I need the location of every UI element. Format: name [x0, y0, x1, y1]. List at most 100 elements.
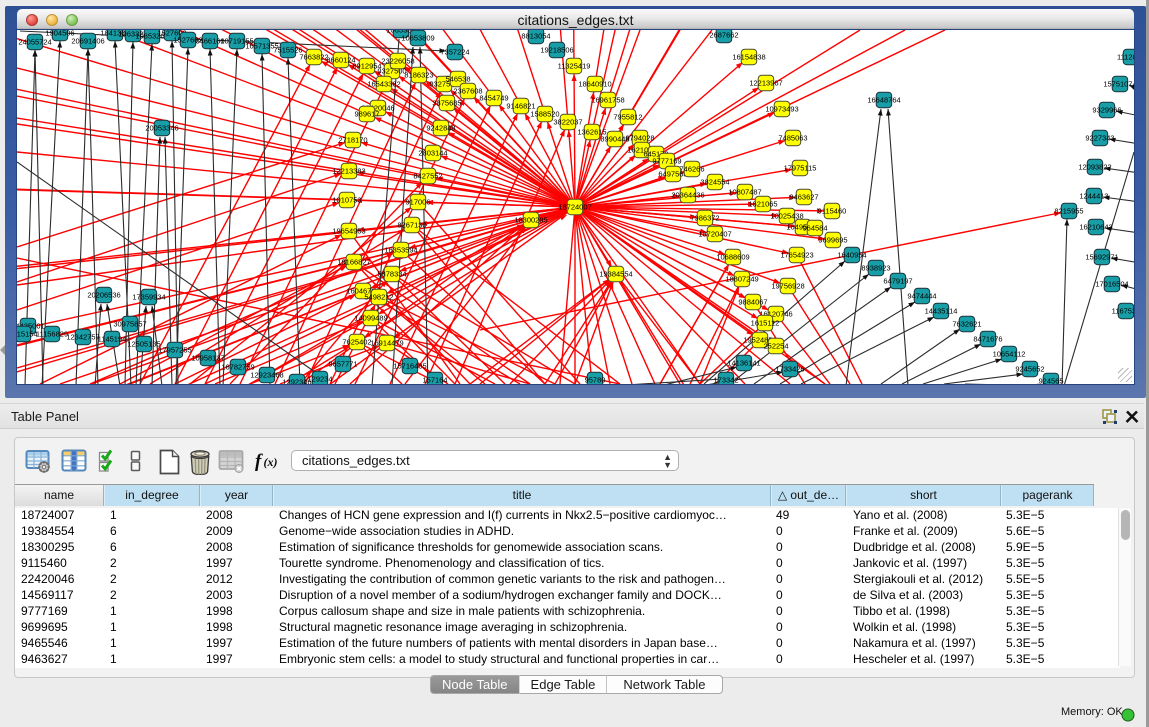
svg-text:10807487: 10807487: [728, 188, 761, 197]
svg-text:30975857: 30975857: [113, 320, 146, 329]
svg-text:10654112: 10654112: [993, 350, 1026, 359]
svg-text:3875685: 3875685: [432, 99, 461, 108]
svg-text:8427552: 8427552: [413, 172, 442, 181]
svg-text:19384554: 19384554: [599, 270, 632, 279]
svg-text:11156829: 11156829: [36, 330, 68, 339]
svg-text:10973493: 10973493: [765, 105, 798, 114]
svg-text:9242848: 9242848: [426, 124, 455, 133]
svg-text:17975115: 17975115: [784, 164, 817, 173]
svg-text:546538: 546538: [445, 75, 470, 84]
svg-text:10688609: 10688609: [716, 253, 749, 262]
svg-text:917006: 917006: [405, 198, 430, 207]
svg-text:16914479: 16914479: [370, 339, 403, 348]
svg-text:2367608: 2367608: [453, 87, 482, 96]
svg-text:3915154: 3915154: [17, 330, 38, 339]
svg-text:20364436: 20364436: [671, 191, 704, 200]
svg-text:1145194: 1145194: [98, 335, 127, 344]
svg-text:19166827: 19166827: [337, 258, 370, 267]
svg-text:15692971: 15692971: [1085, 253, 1118, 262]
svg-text:8454749: 8454749: [479, 94, 508, 103]
svg-text:6479197: 6479197: [883, 277, 912, 286]
svg-text:1167531: 1167531: [1112, 307, 1134, 316]
svg-text:7357224: 7357224: [440, 48, 469, 57]
svg-text:1010753: 1010753: [332, 196, 361, 205]
svg-text:16648764: 16648764: [867, 96, 900, 105]
svg-text:9777169: 9777169: [652, 157, 681, 166]
svg-text:12505135: 12505135: [127, 340, 160, 349]
svg-text:8471676: 8471676: [973, 335, 1002, 344]
svg-text:3822037: 3822037: [553, 118, 582, 127]
svg-text:18640910: 18640910: [578, 80, 611, 89]
svg-text:8186323: 8186323: [404, 71, 433, 80]
svg-text:9115460: 9115460: [818, 207, 847, 216]
svg-text:12923468: 12923468: [250, 371, 283, 380]
svg-text:9474444: 9474444: [907, 292, 936, 301]
svg-text:7955812: 7955812: [613, 113, 642, 122]
svg-text:18724007: 18724007: [558, 203, 591, 212]
svg-text:19654953: 19654953: [332, 227, 365, 236]
svg-text:173342: 173342: [713, 376, 738, 385]
svg-text:2803144: 2803144: [418, 149, 447, 158]
svg-text:9329966: 9329966: [1092, 106, 1121, 115]
svg-text:f: f: [255, 451, 263, 472]
svg-text:5498212: 5498212: [364, 293, 393, 302]
svg-text:2687662: 2687662: [709, 31, 738, 40]
svg-text:16543362: 16543362: [367, 80, 400, 89]
svg-text:7625402: 7625402: [342, 338, 371, 347]
svg-text:12093822: 12093822: [1078, 163, 1111, 172]
svg-text:8813054: 8813054: [521, 32, 550, 41]
svg-text:19756928: 19756928: [771, 282, 804, 291]
svg-text:157164: 157164: [422, 376, 447, 385]
svg-text:8267130: 8267130: [397, 221, 426, 230]
svg-text:9245652: 9245652: [1015, 365, 1044, 374]
svg-text:14099489: 14099489: [354, 314, 387, 323]
svg-text:1640954: 1640954: [837, 251, 866, 260]
svg-text:1904506: 1904506: [45, 30, 74, 38]
svg-text:9884067: 9884067: [738, 298, 767, 307]
svg-text:16154838: 16154838: [732, 53, 765, 62]
svg-text:20691406: 20691406: [71, 37, 104, 46]
svg-text:18720407: 18720407: [698, 230, 731, 239]
svg-text:10958137: 10958137: [191, 354, 224, 363]
svg-text:10653809: 10653809: [401, 34, 434, 43]
svg-text:12213383: 12213383: [332, 167, 365, 176]
svg-text:14435114: 14435114: [925, 307, 958, 316]
svg-text:1112853: 1112853: [1117, 53, 1134, 62]
svg-text:18300295: 18300295: [514, 216, 547, 225]
svg-text:7986372: 7986372: [690, 214, 719, 223]
svg-text:252254: 252254: [763, 342, 788, 351]
svg-text:23226058: 23226058: [381, 57, 414, 66]
svg-text:95780: 95780: [585, 376, 606, 385]
svg-text:17957255: 17957255: [158, 346, 191, 355]
svg-text:2718170: 2718170: [338, 136, 367, 145]
svg-text:989617: 989617: [354, 110, 379, 119]
svg-text:17654923: 17654923: [780, 251, 813, 260]
svg-text:8938923: 8938923: [861, 264, 890, 273]
svg-text:19218506: 19218506: [540, 46, 573, 55]
svg-text:12213967: 12213967: [749, 79, 782, 88]
svg-text:7485063: 7485063: [778, 134, 807, 143]
svg-text:5878334: 5878334: [377, 270, 406, 279]
svg-text:129234: 129234: [307, 375, 332, 384]
svg-text:7515526: 7515526: [273, 46, 302, 55]
svg-text:(x): (x): [264, 455, 278, 469]
svg-text:20053346: 20053346: [145, 124, 178, 133]
svg-text:17016504: 17016504: [1095, 280, 1128, 289]
svg-text:16353594: 16353594: [384, 246, 417, 255]
svg-text:11325419: 11325419: [558, 62, 591, 71]
svg-text:16210643: 16210643: [1079, 223, 1112, 232]
svg-text:7632621: 7632621: [952, 320, 981, 329]
svg-text:1615112: 1615112: [751, 319, 780, 328]
svg-text:924565: 924565: [1038, 377, 1063, 385]
svg-text:1621065: 1621065: [748, 200, 777, 209]
svg-text:8215955: 8215955: [1054, 207, 1083, 216]
svg-text:20206536: 20206536: [87, 291, 120, 300]
svg-text:1733426: 1733426: [775, 365, 804, 374]
svg-text:9657771: 9657771: [328, 360, 357, 369]
svg-text:6794028: 6794028: [625, 134, 654, 143]
svg-text:16961758: 16961758: [591, 96, 624, 105]
svg-text:7663822: 7663822: [299, 53, 328, 62]
svg-text:9227343: 9227343: [1085, 134, 1114, 143]
svg-text:964584: 964584: [802, 224, 827, 233]
svg-text:14136141: 14136141: [727, 359, 760, 368]
